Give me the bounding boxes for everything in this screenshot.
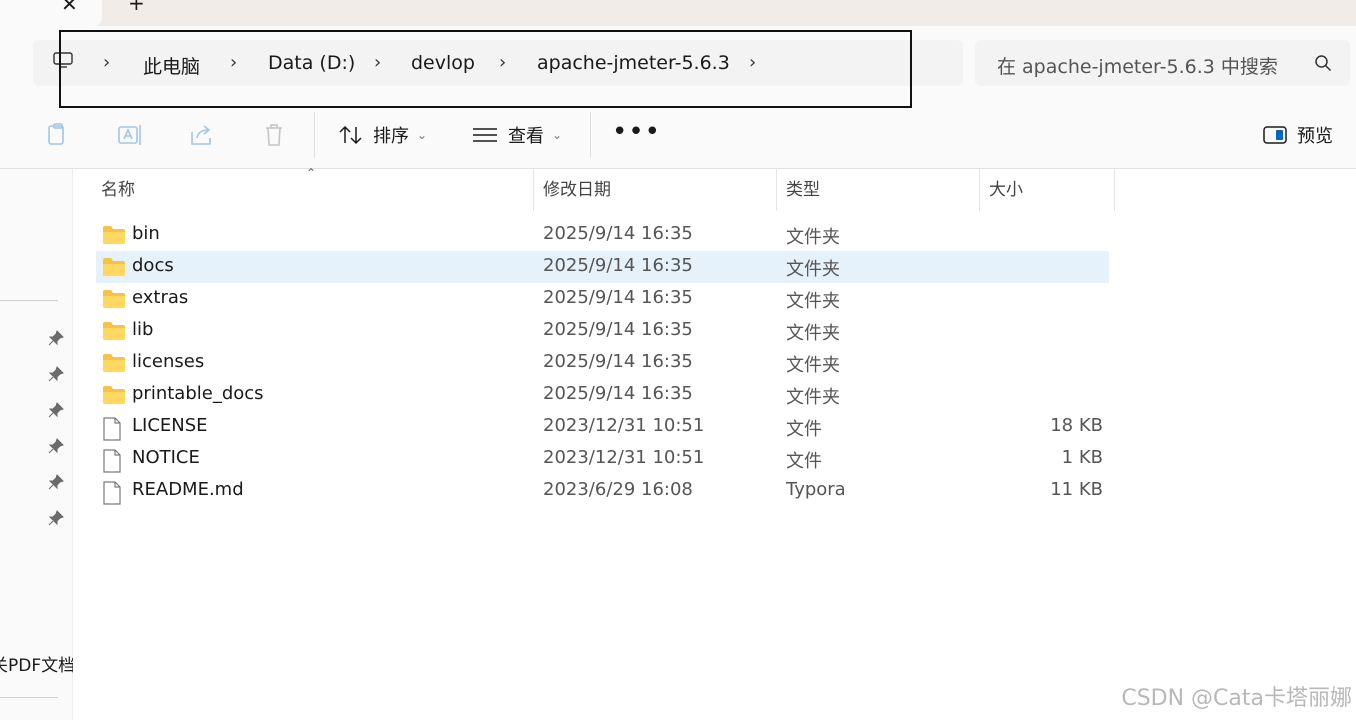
file-size: 11 KB: [1050, 479, 1103, 500]
file-name: licenses: [132, 351, 205, 372]
toolbar-divider: [314, 112, 315, 158]
folder-icon: [102, 353, 126, 377]
pin-icon[interactable]: [48, 510, 64, 526]
file-type: 文件: [786, 451, 822, 472]
view-label: 查看: [508, 126, 544, 147]
column-divider[interactable]: [533, 169, 534, 211]
file-name: docs: [132, 255, 174, 276]
file-modified-date: 2023/6/29 16:08: [543, 479, 693, 500]
file-row[interactable]: LICENSE 2023/12/31 10:51 文件 18 KB: [96, 411, 1109, 443]
file-icon: [102, 481, 122, 509]
sort-button[interactable]: 排序 ⌄: [339, 120, 427, 150]
file-row[interactable]: lib 2025/9/14 16:35 文件夹: [96, 315, 1109, 347]
file-modified-date: 2025/9/14 16:35: [543, 351, 693, 372]
file-modified-date: 2025/9/14 16:35: [543, 319, 693, 340]
nav-divider: [0, 697, 58, 698]
rename-icon[interactable]: [117, 122, 143, 148]
file-row[interactable]: bin 2025/9/14 16:35 文件夹: [96, 219, 1109, 251]
folder-icon: [102, 289, 126, 313]
file-name: LICENSE: [132, 415, 208, 436]
column-divider[interactable]: [776, 169, 777, 211]
tab-strip: ✕ +: [0, 0, 1356, 26]
command-toolbar: 排序 ⌄ 查看 ⌄ ••• 预览: [0, 100, 1356, 169]
column-header-date[interactable]: 修改日期: [543, 169, 611, 211]
file-type: 文件: [786, 419, 822, 440]
column-header-name[interactable]: 名称: [101, 169, 135, 211]
nav-item-pdf-docs[interactable]: 关PDF文档: [0, 651, 75, 676]
file-size: 1 KB: [1061, 447, 1103, 468]
delete-icon[interactable]: [261, 122, 287, 148]
pin-icon[interactable]: [48, 402, 64, 418]
file-type: 文件夹: [786, 387, 840, 408]
pin-icon[interactable]: [48, 330, 64, 346]
file-name: lib: [132, 319, 154, 340]
preview-button[interactable]: 预览: [1263, 120, 1333, 150]
file-type: 文件夹: [786, 291, 840, 312]
file-modified-date: 2023/12/31 10:51: [543, 415, 705, 436]
column-header-size[interactable]: 大小: [989, 169, 1023, 211]
nav-divider: [0, 300, 58, 301]
file-row[interactable]: docs 2025/9/14 16:35 文件夹: [96, 251, 1109, 283]
preview-pane-icon: [1263, 126, 1287, 144]
preview-label: 预览: [1297, 126, 1333, 147]
watermark: CSDN @Cata卡塔丽娜: [1121, 686, 1352, 711]
search-icon[interactable]: [1314, 54, 1332, 72]
file-name: README.md: [132, 479, 244, 500]
file-modified-date: 2025/9/14 16:35: [543, 223, 693, 244]
file-list: ⌃ 名称 修改日期 类型 大小 bin 2025/9/14 16:35 文件夹 doc…: [73, 166, 1356, 720]
sort-icon: [339, 125, 362, 145]
close-tab-icon[interactable]: ✕: [61, 0, 78, 16]
more-options-button[interactable]: •••: [612, 117, 661, 147]
copy-icon[interactable]: [45, 122, 71, 148]
file-name: printable_docs: [132, 383, 264, 404]
file-modified-date: 2023/12/31 10:51: [543, 447, 705, 468]
active-tab[interactable]: ✕: [0, 0, 102, 26]
column-divider[interactable]: [1114, 169, 1115, 211]
file-icon: [102, 449, 122, 477]
file-modified-date: 2025/9/14 16:35: [543, 287, 693, 308]
sort-label: 排序: [373, 126, 409, 147]
chevron-down-icon: ⌄: [552, 128, 563, 142]
file-modified-date: 2025/9/14 16:35: [543, 255, 693, 276]
toolbar-divider: [590, 112, 591, 158]
file-type: 文件夹: [786, 259, 840, 280]
file-icon: [102, 417, 122, 445]
file-type: 文件夹: [786, 355, 840, 376]
pin-icon[interactable]: [48, 366, 64, 382]
search-input[interactable]: 在 apache-jmeter-5.6.3 中搜索: [975, 40, 1350, 86]
sort-ascending-icon: ⌃: [306, 166, 317, 180]
new-tab-icon[interactable]: +: [128, 0, 145, 15]
pin-icon[interactable]: [48, 438, 64, 454]
file-row[interactable]: licenses 2025/9/14 16:35 文件夹: [96, 347, 1109, 379]
share-icon[interactable]: [189, 122, 215, 148]
folder-icon: [102, 225, 126, 249]
column-header-type[interactable]: 类型: [786, 169, 820, 211]
view-button[interactable]: 查看 ⌄: [472, 120, 562, 150]
file-type: 文件夹: [786, 227, 840, 248]
file-size: 18 KB: [1050, 415, 1103, 436]
search-placeholder: 在 apache-jmeter-5.6.3 中搜索: [997, 56, 1278, 78]
navigation-pane: 关PDF文档: [0, 169, 75, 720]
file-row[interactable]: NOTICE 2023/12/31 10:51 文件 1 KB: [96, 443, 1109, 475]
folder-icon: [102, 257, 126, 281]
file-name: bin: [132, 223, 160, 244]
file-type: Typora: [786, 479, 846, 500]
annotation-highlight-box: [59, 30, 912, 108]
folder-icon: [102, 321, 126, 345]
file-name: extras: [132, 287, 189, 308]
folder-icon: [102, 385, 126, 409]
file-row[interactable]: printable_docs 2025/9/14 16:35 文件夹: [96, 379, 1109, 411]
file-modified-date: 2025/9/14 16:35: [543, 383, 693, 404]
file-row[interactable]: README.md 2023/6/29 16:08 Typora 11 KB: [96, 475, 1109, 507]
view-list-icon: [473, 128, 497, 142]
file-name: NOTICE: [132, 447, 200, 468]
column-divider[interactable]: [979, 169, 980, 211]
file-type: 文件夹: [786, 323, 840, 344]
chevron-down-icon: ⌄: [417, 128, 428, 142]
pin-icon[interactable]: [48, 474, 64, 490]
file-row[interactable]: extras 2025/9/14 16:35 文件夹: [96, 283, 1109, 315]
